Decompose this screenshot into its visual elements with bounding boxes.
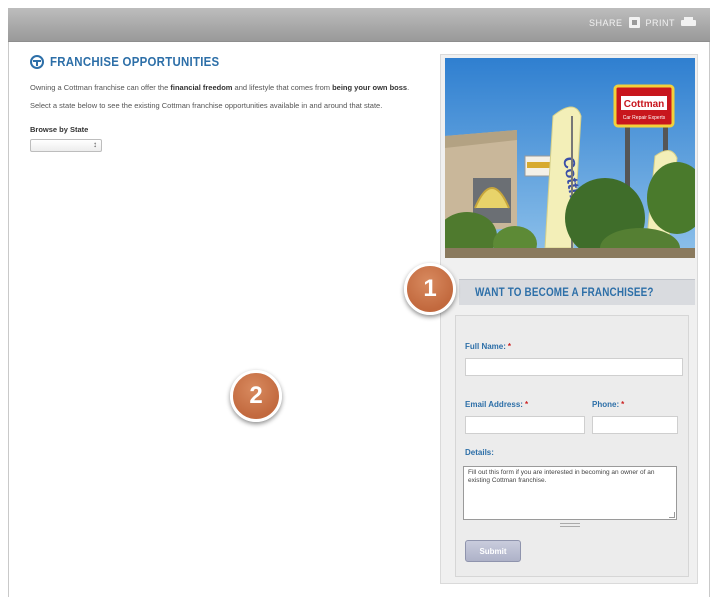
franchise-sidebar: Cottman Car Repair Experts Cottman WANT … — [440, 54, 698, 584]
callout-badge-1: 1 — [404, 263, 456, 315]
top-toolbar: SHARE PRINT — [8, 8, 710, 42]
phone-input[interactable] — [592, 416, 678, 434]
sign-subtext: Car Repair Experts — [623, 115, 666, 121]
intro-text-3: . — [407, 83, 410, 92]
sign-text: Cottman — [624, 99, 665, 110]
page-title: FRANCHISE OPPORTUNITIES — [50, 54, 220, 69]
email-input[interactable] — [465, 416, 585, 434]
share-label[interactable]: SHARE — [589, 18, 623, 28]
submit-button[interactable]: Submit — [465, 540, 521, 562]
intro-text-2: and lifestyle that comes from — [232, 83, 333, 92]
details-textarea[interactable]: Fill out this form if you are interested… — [463, 466, 677, 520]
full-name-label: Full Name: * — [465, 342, 511, 351]
franchise-form: Full Name: * Email Address: * Phone: * Deta… — [455, 315, 689, 577]
full-name-label-text: Full Name: — [465, 342, 506, 351]
details-placeholder: Fill out this form if you are interested… — [468, 469, 655, 484]
storefront-photo: Cottman Car Repair Experts Cottman — [445, 58, 695, 258]
franchisee-header: WANT TO BECOME A FRANCHISEE? — [459, 279, 695, 305]
print-label[interactable]: PRINT — [646, 18, 676, 28]
intro-bold-1: financial freedom — [170, 83, 233, 92]
intro-paragraph: Owning a Cottman franchise can offer the… — [30, 83, 410, 93]
required-mark: * — [621, 400, 625, 409]
callout-badge-2: 2 — [230, 370, 282, 422]
intro-text-1: Owning a Cottman franchise can offer the — [30, 83, 171, 92]
intro-bold-2: being your own boss — [332, 83, 408, 92]
franchisee-title: WANT TO BECOME A FRANCHISEE? — [475, 287, 654, 299]
state-select[interactable] — [30, 139, 102, 152]
share-icon[interactable] — [628, 17, 640, 28]
toolbar-tools: SHARE PRINT — [589, 17, 696, 28]
print-icon[interactable] — [681, 17, 696, 28]
browse-by-state-label: Browse by State — [30, 125, 89, 134]
resize-handle-icon[interactable] — [669, 512, 675, 518]
required-mark: * — [507, 342, 512, 351]
select-hint: Select a state below to see the existing… — [30, 101, 383, 110]
grip-icon — [560, 523, 580, 527]
steering-wheel-icon — [30, 54, 44, 69]
main-content: FRANCHISE OPPORTUNITIES Owning a Cottman… — [30, 54, 410, 152]
details-label: Details: — [465, 448, 494, 457]
page-heading: FRANCHISE OPPORTUNITIES — [30, 54, 410, 69]
phone-label-text: Phone: — [592, 400, 620, 409]
required-mark: * — [524, 400, 529, 409]
email-label-text: Email Address: — [465, 400, 523, 409]
storefront-photo-graphic: Cottman Car Repair Experts Cottman — [445, 58, 695, 258]
full-name-input[interactable] — [465, 358, 683, 376]
email-label: Email Address: * — [465, 400, 528, 409]
phone-label: Phone: * — [592, 400, 624, 409]
